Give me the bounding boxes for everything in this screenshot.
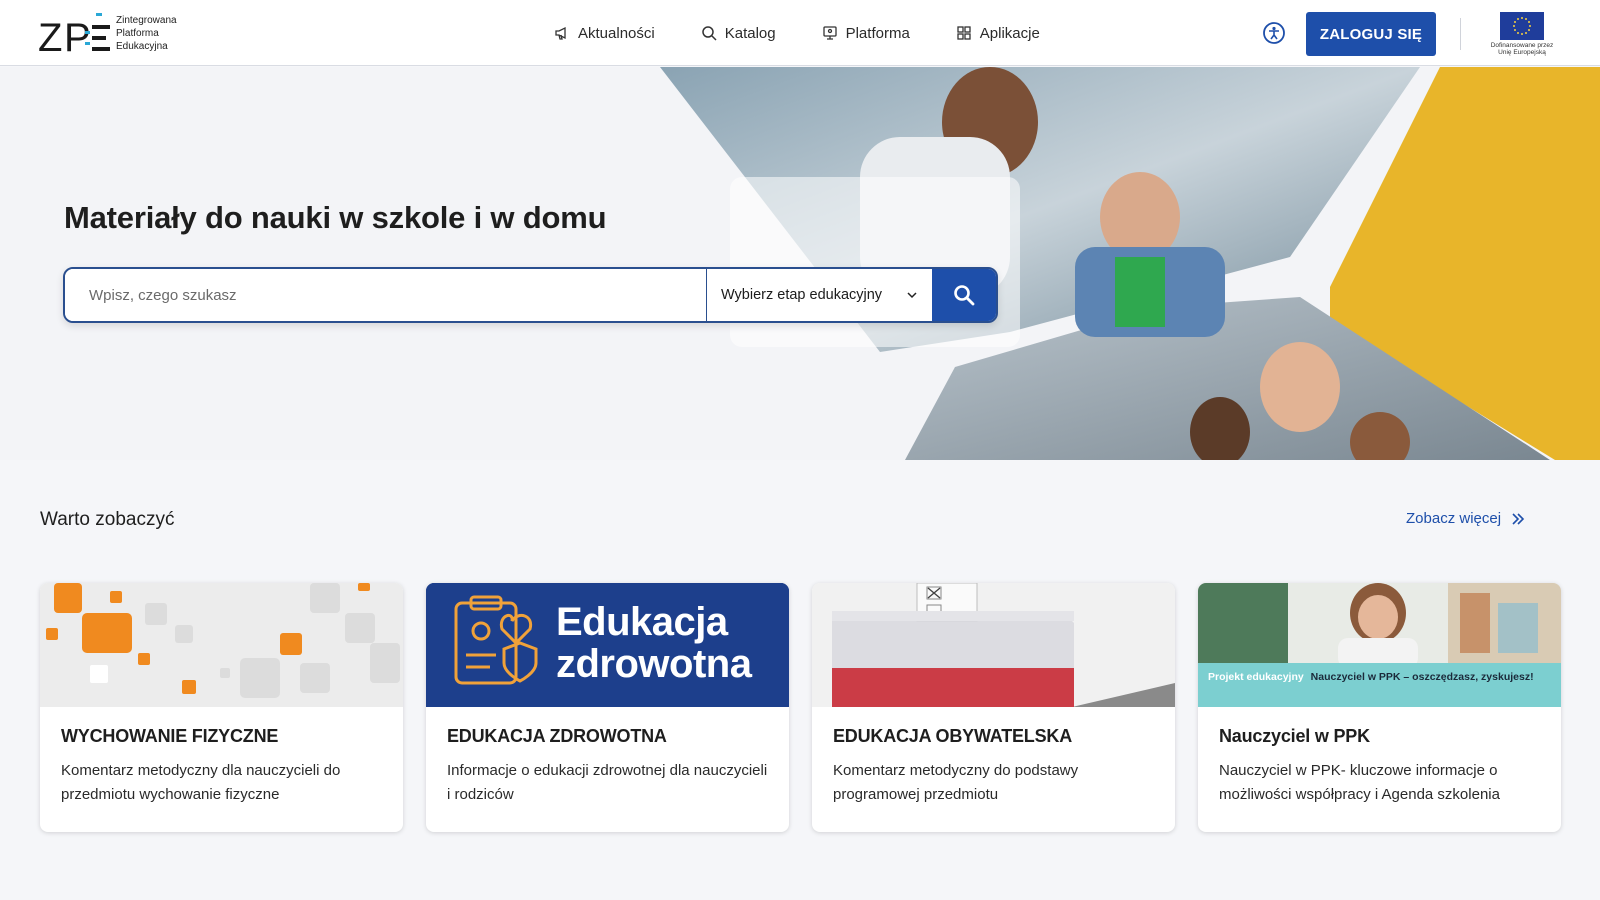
logo-text-line: Zintegrowana <box>116 14 177 26</box>
header: Z P Zintegrowana Platforma Edukacyjna Ak… <box>0 0 1600 66</box>
nav-label: Aktualności <box>578 24 655 42</box>
search-bar: Wybierz etap edukacyjny <box>63 267 998 323</box>
search-icon <box>954 285 975 306</box>
logo-text-line: Edukacyjna <box>116 40 168 52</box>
search-button[interactable] <box>932 269 996 321</box>
card-nauczyciel-w-ppk[interactable]: Projekt edukacyjny Nauczyciel w PPK – os… <box>1198 583 1561 832</box>
nav-label: Katalog <box>724 24 776 42</box>
card-title: WYCHOWANIE FIZYCZNE <box>61 726 279 746</box>
eu-text: Dofinansowane przez Unię Europejską <box>1482 42 1562 56</box>
nav-item-katalog[interactable]: Katalog <box>701 20 776 46</box>
card-image: Edukacja zdrowotna <box>426 583 789 707</box>
hero-illustration <box>660 67 1600 460</box>
card-image-text: zdrowotna <box>556 642 752 686</box>
card-title: EDUKACJA OBYWATELSKA <box>833 726 1073 746</box>
nav-item-platforma[interactable]: Platforma <box>822 20 910 46</box>
card-image: Projekt edukacyjny Nauczyciel w PPK – os… <box>1198 583 1561 707</box>
see-more-link[interactable]: Zobacz więcej <box>1406 510 1525 527</box>
header-divider <box>1460 18 1461 50</box>
card-title: Nauczyciel w PPK <box>1219 726 1370 746</box>
section-title: Warto zobaczyć <box>40 509 175 530</box>
svg-text:Z: Z <box>38 16 62 55</box>
svg-text:P: P <box>64 16 91 55</box>
card-image-text: Edukacja <box>556 600 728 644</box>
login-button[interactable]: ZALOGUJ SIĘ <box>1306 12 1436 56</box>
card-banner-text: Nauczyciel w PPK – oszczędzasz, zyskujes… <box>1310 671 1534 683</box>
see-more-label: Zobacz więcej <box>1406 510 1502 527</box>
nav-item-aplikacje[interactable]: Aplikacje <box>956 20 1040 46</box>
search-input[interactable] <box>65 269 706 321</box>
chevron-down-icon <box>907 292 917 299</box>
nav-item-aktualnosci[interactable]: Aktualności <box>554 20 655 46</box>
card-description: Informacje o edukacji zdrowotnej dla nau… <box>447 762 768 803</box>
double-chevron-right-icon <box>1512 512 1525 525</box>
zpe-logo-mark: Z P <box>38 11 114 60</box>
featured-cards: WYCHOWANIE FIZYCZNE Komentarz metodyczny… <box>40 583 1561 832</box>
nav-label: Platforma <box>845 24 910 42</box>
card-image <box>40 583 403 707</box>
grid-icon <box>957 26 971 40</box>
accessibility-icon[interactable] <box>1263 22 1285 44</box>
card-description: Komentarz metodyczny do podstawy program… <box>833 762 1079 803</box>
monitor-icon <box>822 26 837 40</box>
eu-flag-icon <box>1500 12 1544 40</box>
search-icon <box>701 26 717 41</box>
card-edukacja-obywatelska[interactable]: EDUKACJA OBYWATELSKA Komentarz metodyczn… <box>812 583 1175 832</box>
card-edukacja-zdrowotna[interactable]: Edukacja zdrowotna EDUKACJA ZDROWOTNA In… <box>426 583 789 832</box>
main-nav: Aktualności Katalog Platforma Aplikacje <box>554 20 1086 46</box>
eu-text-line: Dofinansowane przez <box>1490 42 1554 49</box>
card-banner-label: Projekt edukacyjny <box>1208 671 1304 683</box>
logo-text-line: Platforma <box>116 27 159 39</box>
megaphone-icon <box>555 26 566 40</box>
eu-funding-logo: Dofinansowane przez Unię Europejską <box>1482 12 1562 58</box>
select-label: Wybierz etap edukacyjny <box>721 287 883 303</box>
education-stage-select[interactable]: Wybierz etap edukacyjny <box>706 269 932 321</box>
eu-text-line: Unię Europejską <box>1498 49 1546 56</box>
card-title: EDUKACJA ZDROWOTNA <box>447 726 667 746</box>
hero-title: Materiały do nauki w szkole i w domu <box>64 200 607 235</box>
hero-banner: Materiały do nauki w szkole i w domu Wyb… <box>0 67 1600 460</box>
zpe-logo[interactable]: Z P Zintegrowana Platforma Edukacyjna <box>38 11 177 60</box>
nav-label: Aplikacje <box>979 24 1040 42</box>
card-image <box>812 583 1175 707</box>
card-description: Nauczyciel w PPK- kluczowe informacje o … <box>1219 762 1500 803</box>
card-description: Komentarz metodyczny dla nauczycieli do … <box>61 762 341 803</box>
card-wychowanie-fizyczne[interactable]: WYCHOWANIE FIZYCZNE Komentarz metodyczny… <box>40 583 403 832</box>
logo-text: Zintegrowana Platforma Edukacyjna <box>116 14 177 53</box>
